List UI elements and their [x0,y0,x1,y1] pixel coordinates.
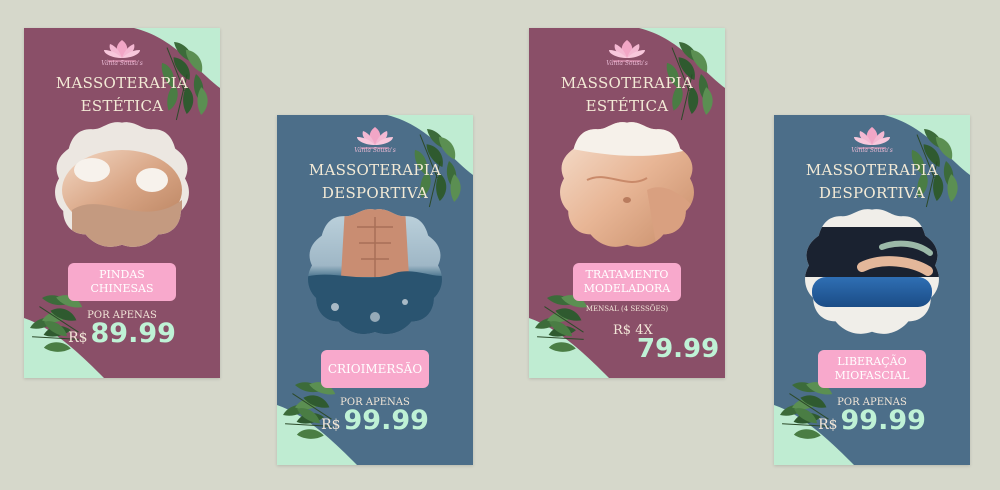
card-title: MASSOTERAPIA DESPORTIVA [805,161,939,202]
card-title: MASSOTERAPIA ESTÉTICA [55,74,189,115]
price-value: 89.99 [90,318,176,349]
price-value: 99.99 [343,405,429,436]
card-title: MASSOTERAPIA DESPORTIVA [308,161,442,202]
brand-name: Vânia Sousa's [851,147,893,154]
treatment-label: CRIOIMERSÃO [321,350,429,388]
brand-name: Vânia Sousa's [354,147,396,154]
price-value: 79.99 [637,334,720,364]
price: R$ 99.99 [277,405,473,436]
price-value: 99.99 [840,405,926,436]
promo-card-massoterapia-estetica-pindas: Vânia Sousa's MASSOTERAPIA ESTÉTICA PIND… [24,28,220,378]
currency: R$ [68,330,88,346]
sessions-note: MENSAL (4 SESSÕES) [585,305,669,313]
currency: R$ [818,417,838,433]
treatment-label: LIBERAÇÃO MIOFASCIAL [818,350,926,388]
brand-name: Vânia Sousa's [101,60,143,67]
promo-card-massoterapia-desportiva-liberacao: Vânia Sousa's MASSOTERAPIA DESPORTIVA LI… [774,115,970,465]
ice-bath-photo [308,209,442,334]
brand-name: Vânia Sousa's [606,60,648,67]
body-contouring-photo [560,122,694,247]
promo-card-massoterapia-desportiva-crioimersao: Vânia Sousa's MASSOTERAPIA DESPORTIVA CR… [277,115,473,465]
price: R$ 89.99 [24,318,220,349]
promo-card-massoterapia-estetica-modeladora: Vânia Sousa's MASSOTERAPIA ESTÉTICA TRAT… [529,28,725,378]
price: R$ 99.99 [774,405,970,436]
card-title: MASSOTERAPIA ESTÉTICA [560,74,694,115]
treatment-label: PINDAS CHINESAS [68,263,176,301]
massage-photo [55,122,189,247]
treatment-label: TRATAMENTO MODELADORA [573,263,681,301]
myofascial-photo [805,209,939,334]
currency: R$ [321,417,341,433]
